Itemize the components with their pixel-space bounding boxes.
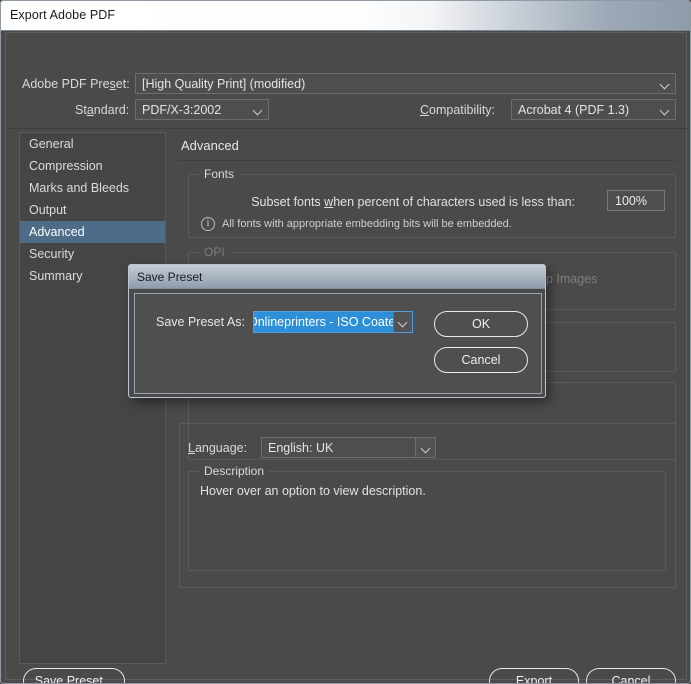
sidebar-item-label: Output — [29, 203, 67, 217]
sidebar-item-output[interactable]: Output — [20, 199, 165, 221]
compatibility-label: Compatibility: — [420, 103, 496, 117]
cancel-button-label: Cancel — [611, 674, 651, 684]
fonts-group-legend: Fonts — [199, 167, 240, 181]
sidebar-item-advanced[interactable]: Advanced — [20, 221, 165, 243]
description-group-legend: Description — [199, 464, 270, 478]
save-preset-button[interactable]: Sa v e Preset... — [23, 668, 125, 683]
chevron-down-icon — [415, 438, 435, 457]
save-preset-content: Save Preset As: Onlineprinters - ISO Coa… — [134, 293, 542, 394]
save-preset-title: Save Preset — [137, 270, 203, 284]
sidebar-item-label: Security — [29, 247, 75, 261]
chevron-down-icon — [655, 74, 675, 93]
adobe-pdf-preset-value: [High Quality Print] (modified) — [142, 76, 306, 91]
sidebar-item-general[interactable]: General — [20, 133, 165, 155]
compatibility-value: Acrobat 4 (PDF 1.3) — [518, 102, 630, 117]
sidebar-item-marks-and-bleeds[interactable]: Marks and Bleeds — [20, 177, 165, 199]
divider — [179, 160, 676, 161]
compatibility-dropdown[interactable]: Acrobat 4 (PDF 1.3) — [511, 99, 676, 120]
modal-cancel-button[interactable]: Cancel — [434, 347, 528, 373]
sidebar-item-label: Marks and Bleeds — [29, 181, 130, 195]
export-button[interactable]: Ex port — [489, 668, 579, 683]
sidebar-item-label: Compression — [29, 159, 103, 173]
save-preset-as-value: Onlineprinters - ISO Coated — [254, 312, 393, 332]
standard-value: PDF/X-3:2002 — [142, 102, 222, 117]
sidebar-item-security[interactable]: Security — [20, 243, 165, 265]
fonts-note-text: All fonts with appropriate embedding bit… — [222, 218, 512, 230]
export-adobe-pdf-window: Export Adobe PDF Adobe PDF Preset: [High… — [0, 0, 691, 684]
save-preset-dialog: Save Preset Save Preset As: Onlineprinte… — [128, 264, 546, 398]
cancel-button[interactable]: Cancel — [586, 668, 676, 684]
sidebar-item-label: Advanced — [29, 225, 85, 239]
save-preset-as-label: Save Preset As: — [156, 315, 245, 329]
window-title: Export Adobe PDF — [10, 8, 116, 22]
description-text: Hover over an option to view description… — [200, 484, 426, 498]
chevron-down-icon — [655, 100, 675, 119]
page-title: Advanced — [181, 138, 239, 153]
ok-button[interactable]: OK — [434, 311, 528, 337]
info-icon: i — [201, 217, 215, 231]
language-value: English: UK — [268, 440, 334, 455]
fonts-embedding-note: i All fonts with appropriate embedding b… — [201, 217, 512, 231]
description-group: Description Hover over an option to view… — [188, 464, 666, 571]
save-preset-titlebar[interactable]: Save Preset — [129, 265, 545, 289]
standard-dropdown[interactable]: PDF/X-3:2002 — [135, 99, 269, 120]
adobe-pdf-preset-dropdown[interactable]: [High Quality Print] (modified) — [135, 73, 676, 94]
standard-label: Standard: — [75, 103, 130, 117]
divider — [6, 128, 688, 129]
window-titlebar[interactable]: Export Adobe PDF — [1, 1, 690, 31]
subset-fonts-value: 100% — [615, 193, 647, 208]
opi-group-legend: OPI — [199, 245, 230, 259]
adobe-pdf-preset-label: Adobe PDF Preset: — [22, 77, 130, 91]
sidebar-item-compression[interactable]: Compression — [20, 155, 165, 177]
modal-cancel-button-label: Cancel — [461, 353, 501, 367]
chevron-down-icon — [248, 100, 268, 119]
language-dropdown[interactable]: English: UK — [261, 437, 436, 458]
fonts-group: Fonts Subset fonts when percent of chara… — [188, 167, 676, 238]
chevron-down-icon[interactable] — [393, 312, 412, 332]
sidebar-item-label: General — [29, 137, 74, 151]
sidebar-item-label: Summary — [29, 269, 83, 283]
language-label: Language: — [188, 441, 248, 455]
subset-fonts-label: Subset fonts when percent of characters … — [251, 195, 575, 209]
ok-button-label: OK — [471, 317, 491, 331]
subset-fonts-input[interactable]: 100% — [607, 190, 665, 211]
save-preset-as-input[interactable]: Onlineprinters - ISO Coated — [253, 311, 413, 333]
